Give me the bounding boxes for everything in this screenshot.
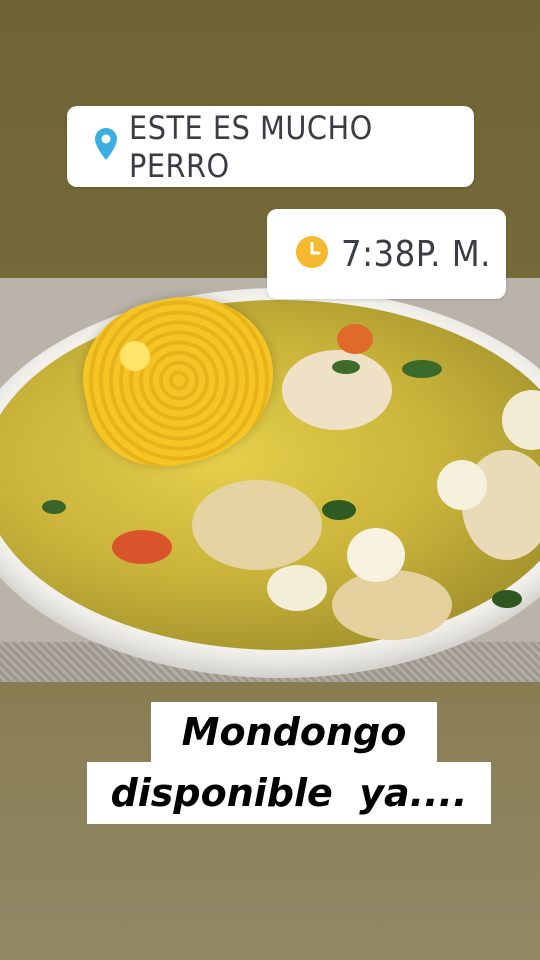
meat-piece bbox=[192, 480, 322, 570]
location-pin-icon bbox=[95, 128, 117, 165]
hominy-piece bbox=[347, 528, 405, 582]
time-text: 7:38P. M. bbox=[341, 233, 491, 275]
location-text: ESTE ES MUCHO PERRO bbox=[129, 108, 373, 185]
location-sticker[interactable]: ESTE ES MUCHO PERRO bbox=[67, 106, 474, 187]
herb-piece bbox=[402, 360, 442, 378]
caption-line-2: disponible ya.... bbox=[87, 762, 491, 824]
hominy-piece bbox=[437, 460, 487, 510]
herb-piece bbox=[492, 590, 522, 608]
meat-piece bbox=[332, 570, 452, 640]
herb-piece bbox=[42, 500, 66, 514]
herb-piece bbox=[332, 360, 360, 374]
food-photo bbox=[0, 278, 540, 682]
herb-piece bbox=[322, 500, 356, 520]
time-sticker[interactable]: 7:38P. M. bbox=[267, 209, 506, 299]
caption-line-1: Mondongo bbox=[151, 702, 437, 762]
carrot-piece bbox=[112, 530, 172, 564]
hominy-piece bbox=[267, 565, 327, 611]
clock-icon bbox=[295, 235, 329, 274]
hominy-piece bbox=[502, 390, 540, 450]
carrot-piece bbox=[337, 324, 373, 354]
